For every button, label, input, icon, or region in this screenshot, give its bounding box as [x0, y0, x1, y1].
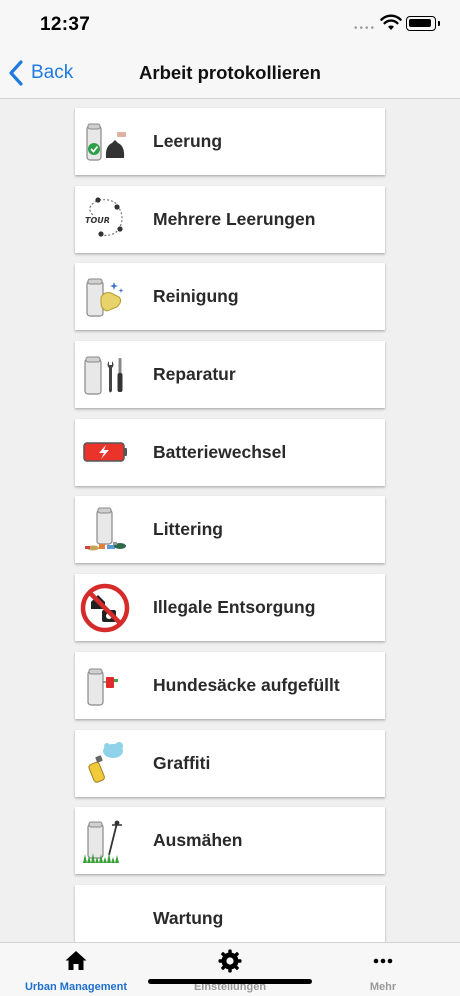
dog-bag-icon — [79, 659, 131, 711]
list-item-mehrere-leerungen[interactable]: TOUR Mehrere Leerungen — [75, 185, 385, 253]
signal-icon: •••• — [354, 23, 377, 34]
list-item-batteriewechsel[interactable]: Batteriewechsel — [75, 418, 385, 486]
list-item-hundesaecke[interactable]: Hundesäcke aufgefüllt — [75, 651, 385, 719]
gear-icon — [218, 949, 242, 973]
tab-einstellungen[interactable]: Einstellungen — [155, 943, 305, 996]
item-label: Graffiti — [153, 752, 211, 773]
list-item-leerung[interactable]: Leerung — [75, 108, 385, 175]
item-label: Mehrere Leerungen — [153, 208, 316, 229]
littering-icon — [79, 504, 131, 556]
mowing-icon — [79, 815, 131, 867]
tour-icon-text: TOUR — [85, 216, 110, 225]
list-item-littering[interactable]: Littering — [75, 496, 385, 564]
wifi-icon — [380, 14, 402, 30]
status-bar: 12:37 •••• — [0, 0, 460, 48]
page-title: Arbeit protokollieren — [139, 62, 321, 83]
list-item-graffiti[interactable]: Graffiti — [75, 729, 385, 797]
item-label: Reparatur — [153, 364, 236, 385]
tab-bar: Urban Management Einstellungen Mehr — [0, 942, 460, 996]
item-label: Littering — [153, 519, 223, 540]
bin-cleaning-icon — [79, 271, 131, 323]
item-label: Leerung — [153, 131, 223, 151]
battery-status-icon — [406, 16, 440, 31]
item-label: Reinigung — [153, 286, 239, 307]
item-label: Ausmähen — [153, 830, 243, 851]
navigation-bar: Back Arbeit protokollieren — [0, 48, 460, 99]
bin-emptying-icon — [79, 116, 131, 168]
home-indicator — [148, 979, 312, 984]
item-label: Illegale Entsorgung — [153, 597, 316, 618]
item-label: Hundesäcke aufgefüllt — [153, 674, 340, 695]
repair-tools-icon — [79, 349, 131, 401]
tab-mehr[interactable]: Mehr — [308, 943, 458, 996]
more-icon — [373, 958, 393, 964]
list-item-reinigung[interactable]: Reinigung — [75, 263, 385, 331]
list-item-ausmaehen[interactable]: Ausmähen — [75, 807, 385, 875]
tab-label: Urban Management — [24, 981, 128, 993]
list-item-illegale-entsorgung[interactable]: Illegale Entsorgung — [75, 574, 385, 642]
no-dumping-icon — [79, 582, 131, 634]
battery-icon — [79, 426, 131, 478]
action-list: Leerung TOUR Mehrere Leerungen Reinigung… — [75, 108, 385, 963]
home-icon — [65, 951, 87, 970]
tab-label: Mehr — [369, 981, 397, 993]
maintenance-icon — [79, 892, 131, 944]
item-label: Batteriewechsel — [153, 441, 287, 462]
status-time: 12:37 — [40, 14, 91, 35]
tour-route-icon: TOUR — [79, 193, 131, 245]
tab-urban-management[interactable]: Urban Management — [1, 943, 151, 996]
spray-can-icon — [79, 737, 131, 789]
list-item-reparatur[interactable]: Reparatur — [75, 341, 385, 409]
item-label: Wartung — [153, 907, 224, 928]
